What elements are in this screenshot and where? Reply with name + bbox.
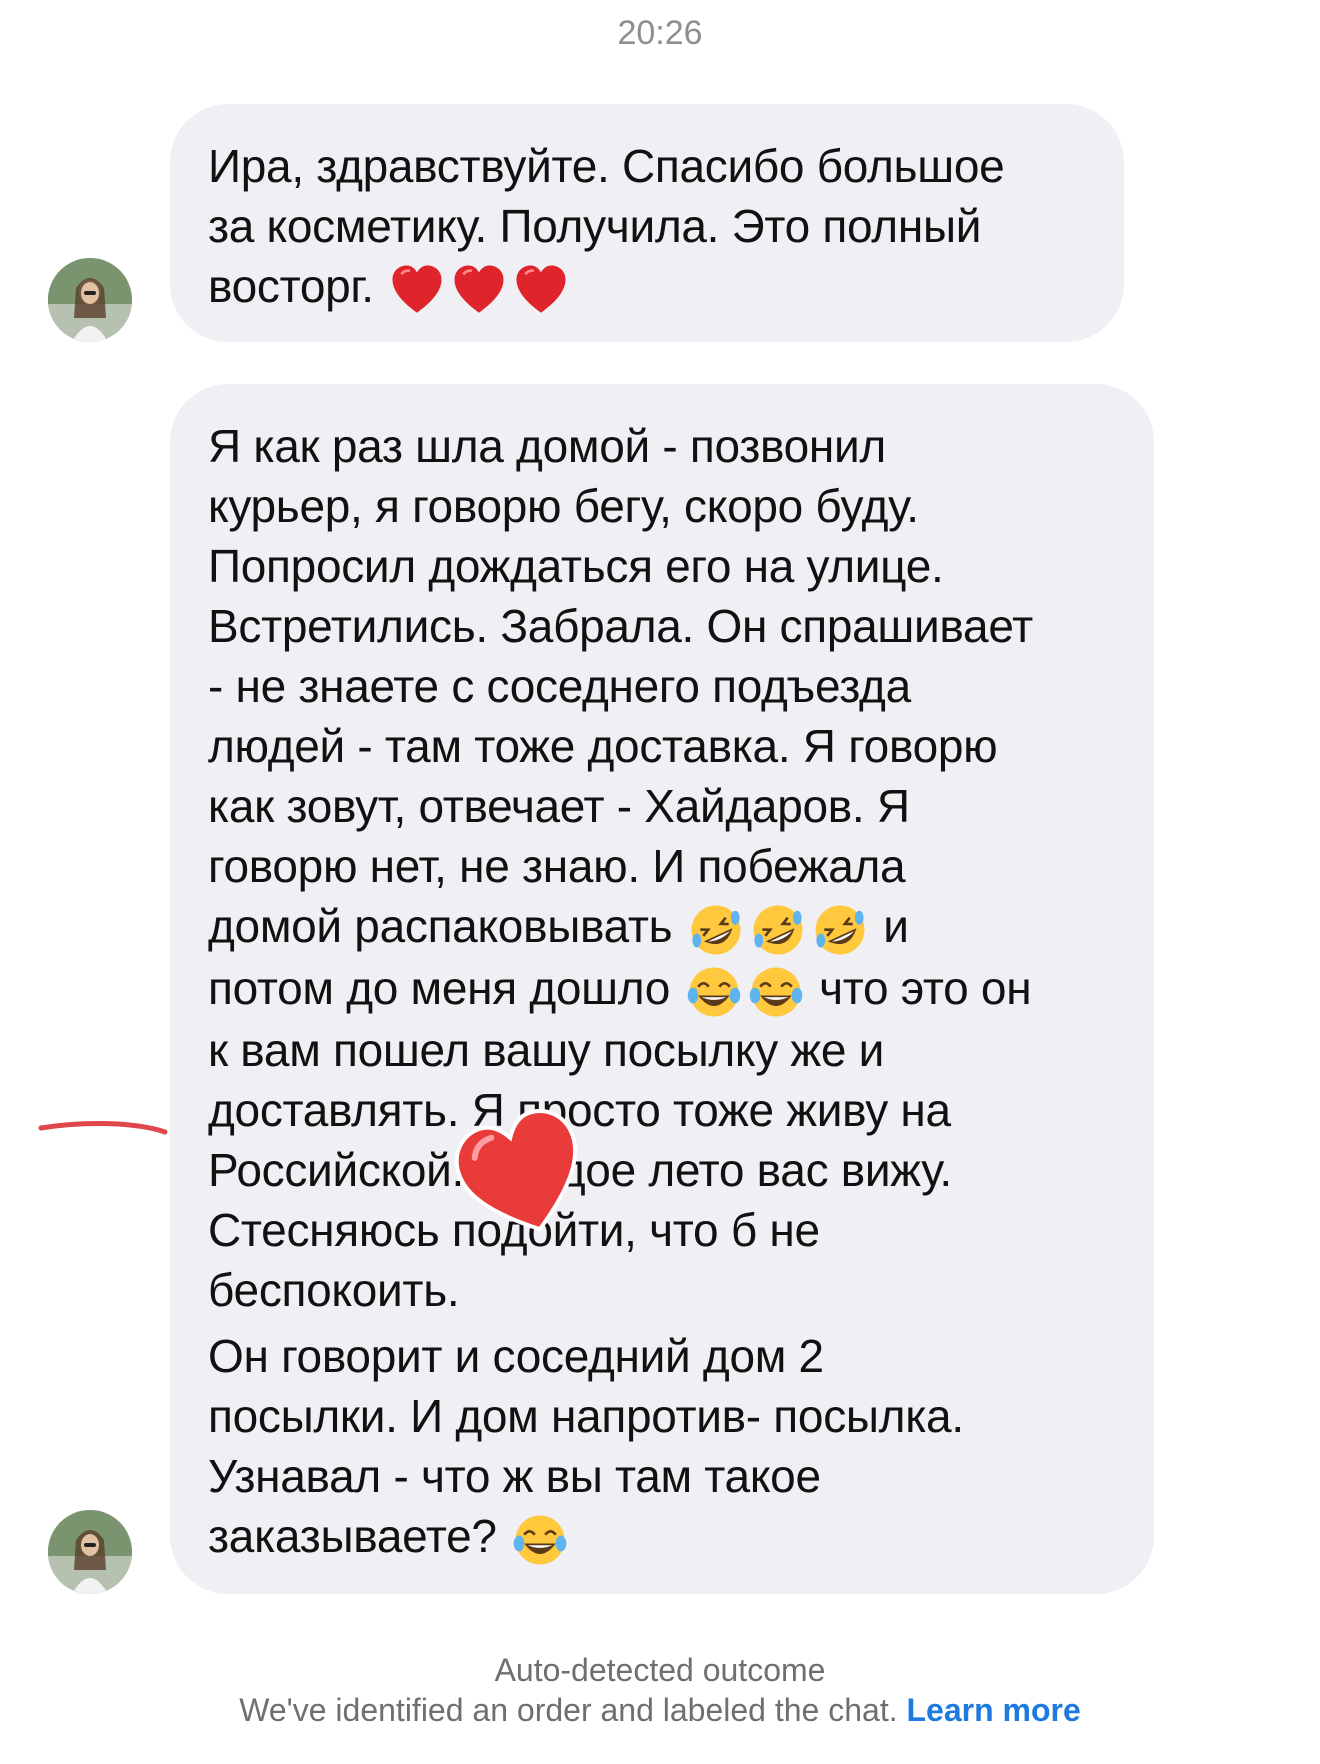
learn-more-link[interactable]: Learn more [907,1692,1081,1728]
tears-of-joy-icon [687,967,740,1017]
message-timestamp: 20:26 [617,14,703,52]
outcome-title: Auto-detected outcome [494,1652,826,1688]
message-text-segment: Он говорит и соседний дом 2 посылки. И д… [208,1329,964,1562]
red-heart-icon [516,265,566,313]
outcome-description: We've identified an order and labeled th… [0,1692,1320,1729]
message-bubble[interactable]: Ира, здравствуйте. Спасибо большое за ко… [170,104,1124,342]
outcome-description-text: We've identified an order and labeled th… [239,1692,907,1728]
rolling-laughing-icon [691,905,741,955]
avatar-photo-icon [48,258,132,342]
red-underline-mark [38,1121,168,1135]
sender-avatar[interactable] [48,258,132,342]
avatar-photo-icon [48,1510,132,1594]
rolling-laughing-icon [815,905,865,955]
red-heart-icon [454,265,504,313]
red-heart-icon [392,265,442,313]
message-text: Я как раз шла домой - позвонил курьер, я… [208,416,1124,1320]
message-text-segment: что это он к вам пошел вашу посылку же и… [208,961,1032,1316]
rolling-laughing-icon [753,905,803,955]
heart-sticker-icon [454,1109,578,1232]
sender-avatar[interactable] [48,1510,132,1594]
message-text-segment: Я как раз шла домой - позвонил курьер, я… [208,420,1033,952]
message-text-lines: Ира, здравствуйте. Спасибо большое за ко… [208,140,1005,312]
message-text: Он говорит и соседний дом 2 посылки. И д… [208,1326,1124,1568]
tears-of-joy-icon [513,1515,567,1565]
message-text-segment: потом до меня дошло [208,961,671,1014]
tears-of-joy-icon [749,967,802,1017]
message-bubble[interactable]: Я как раз шла домой - позвонил курьер, я… [170,384,1154,1594]
message-text-segment: и [883,900,909,952]
message-text: Ира, здравствуйте. Спасибо большое за ко… [208,136,1094,318]
